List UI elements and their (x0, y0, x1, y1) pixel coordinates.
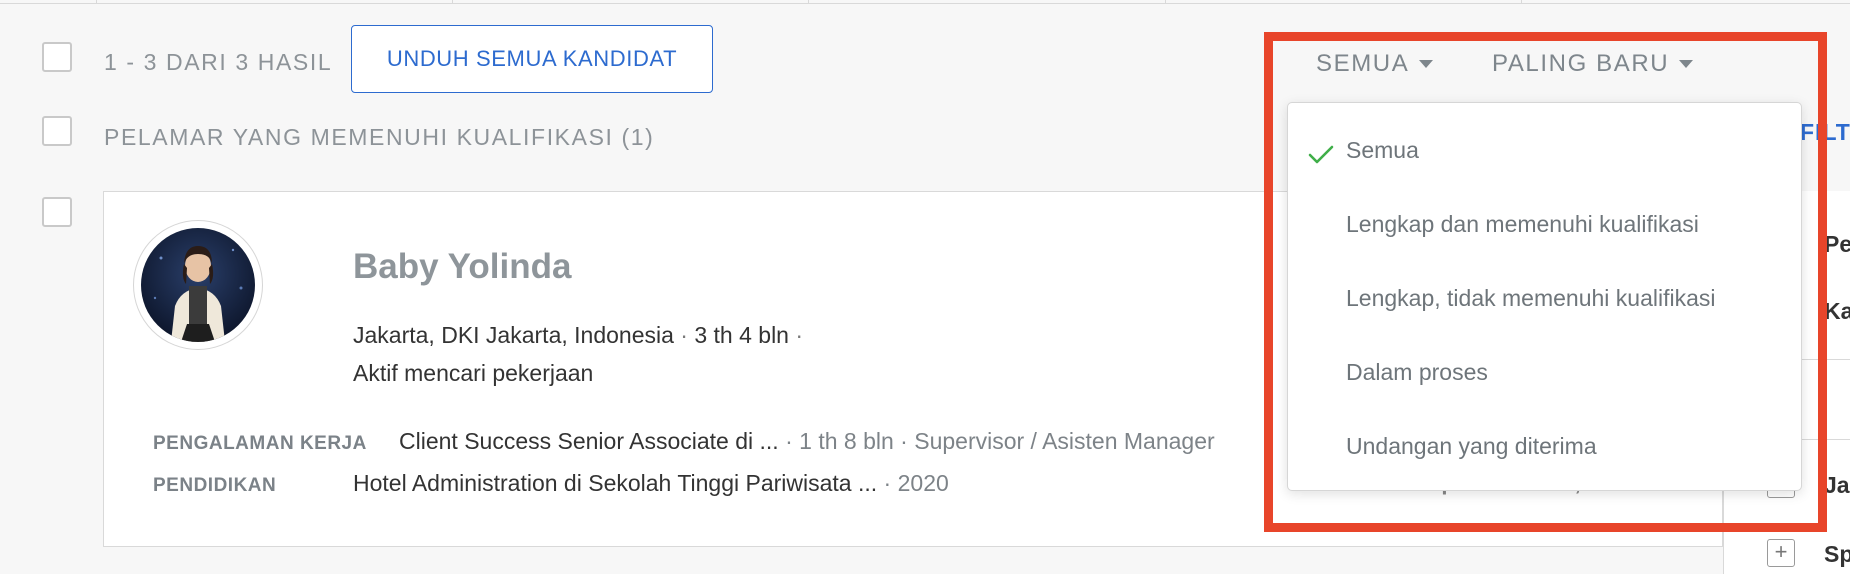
qualified-applicants-label: PELAMAR YANG MEMENUHI KUALIFIKASI (1) (104, 124, 655, 150)
status-filter-label: SEMUA (1316, 50, 1410, 77)
candidate-experience-total: 3 th 4 bln (694, 322, 789, 348)
sort-order-label: PALING BARU (1492, 50, 1670, 77)
right-panel-item-3: Jal (1824, 472, 1850, 498)
education-year: 2020 (897, 470, 949, 496)
menu-item-semua[interactable]: Semua (1346, 137, 1419, 164)
candidate-job-status: Aktif mencari pekerjaan (353, 360, 594, 386)
avatar[interactable] (133, 220, 263, 350)
work-duration: 1 th 8 bln (799, 428, 894, 454)
right-panel-item-4: Sp (1824, 541, 1850, 567)
work-experience-line: Client Success Senior Associate di ... ·… (399, 428, 1215, 454)
check-icon (1308, 145, 1334, 164)
education-line: Hotel Administration di Sekolah Tinggi P… (353, 470, 949, 496)
top-divider (0, 0, 1850, 4)
right-panel-item-2: Ka (1824, 298, 1850, 324)
menu-item-in-process[interactable]: Dalam proses (1346, 359, 1488, 386)
results-count: 1 - 3 DARI 3 HASIL (104, 49, 333, 75)
work-experience-label: PENGALAMAN KERJA (153, 433, 367, 454)
candidate-checkbox[interactable] (42, 197, 72, 227)
avatar-photo (141, 228, 255, 342)
select-all-checkbox[interactable] (42, 42, 72, 72)
menu-item-complete-qualified[interactable]: Lengkap dan memenuhi kualifikasi (1346, 211, 1699, 238)
menu-item-complete-not-qualified[interactable]: Lengkap, tidak memenuhi kualifikasi (1346, 285, 1715, 312)
filter-link[interactable]: FILTER (1800, 119, 1850, 146)
status-filter-dropdown[interactable]: SEMUA (1316, 50, 1434, 78)
caret-down-icon (1679, 60, 1694, 68)
education-label: PENDIDIKAN (153, 475, 277, 496)
qualified-group-checkbox[interactable] (42, 116, 72, 146)
candidate-name[interactable]: Baby Yolinda (353, 247, 571, 287)
menu-item-invitation-accepted[interactable]: Undangan yang diterima (1346, 433, 1597, 460)
status-filter-menu: Semua Lengkap dan memenuhi kualifikasi L… (1287, 102, 1802, 491)
work-title: Client Success Senior Associate di ... (399, 428, 779, 454)
education-text: Hotel Administration di Sekolah Tinggi P… (353, 470, 878, 496)
work-level: Supervisor / Asisten Manager (914, 428, 1215, 454)
sort-order-dropdown[interactable]: PALING BARU (1492, 50, 1694, 78)
right-panel-item-1: Pe (1824, 231, 1850, 257)
download-all-candidates-button[interactable]: UNDUH SEMUA KANDIDAT (351, 25, 713, 93)
candidate-location: Jakarta, DKI Jakarta, Indonesia (353, 322, 674, 348)
expand-plus-icon[interactable]: + (1767, 539, 1795, 567)
candidate-location-line: Jakarta, DKI Jakarta, Indonesia · 3 th 4… (353, 322, 804, 348)
caret-down-icon (1419, 60, 1434, 68)
